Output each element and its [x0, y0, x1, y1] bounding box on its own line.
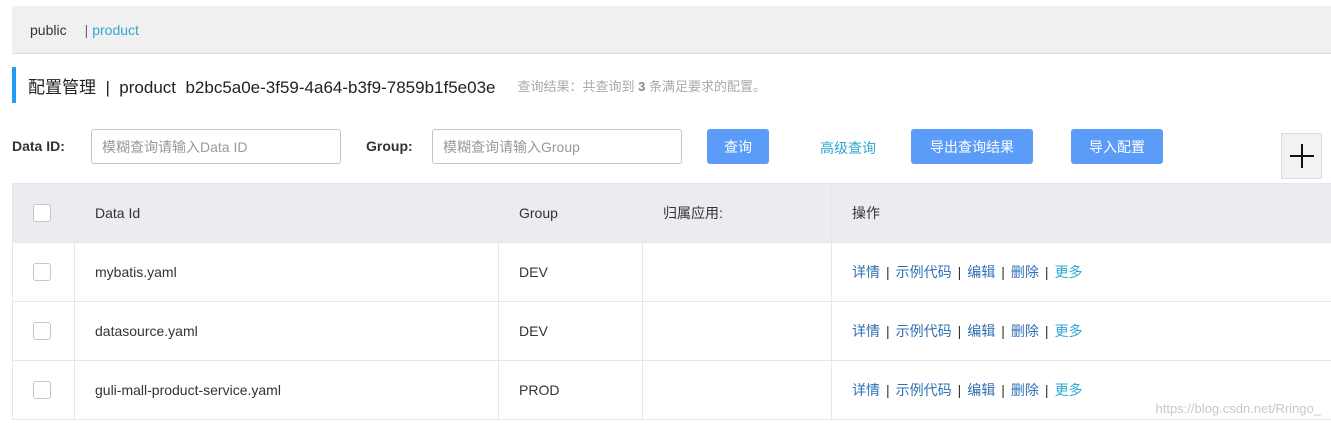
action-separator: |	[1001, 382, 1005, 398]
cell-data-id: guli-mall-product-service.yaml	[74, 360, 499, 420]
edit-link[interactable]: 编辑	[967, 323, 995, 339]
namespace-bar: public | product	[12, 6, 1331, 54]
cell-app	[642, 360, 832, 420]
action-separator: |	[957, 323, 962, 339]
header-data-id: Data Id	[74, 183, 499, 243]
action-separator: |	[1001, 323, 1005, 339]
export-button[interactable]: 导出查询结果	[911, 129, 1033, 164]
action-separator: |	[886, 382, 890, 398]
edit-link[interactable]: 编辑	[967, 264, 995, 280]
search-bar: Data ID: Group: 查询 高级查询 导出查询结果 导入配置	[12, 129, 1331, 164]
more-link[interactable]: 更多	[1055, 382, 1083, 398]
action-separator: |	[1044, 264, 1049, 280]
sample-code-link[interactable]: 示例代码	[896, 323, 952, 339]
group-label: Group:	[366, 138, 413, 154]
table-row: guli-mall-product-service.yaml PROD 详情 | 示…	[12, 360, 1331, 420]
query-result-summary: 查询结果：共查询到 3 条满足要求的配置。	[518, 76, 767, 95]
detail-link[interactable]: 详情	[852, 323, 880, 339]
more-link[interactable]: 更多	[1055, 264, 1083, 280]
action-separator: |	[1001, 264, 1005, 280]
plus-icon	[1289, 144, 1314, 168]
namespace-product[interactable]: product	[92, 22, 139, 38]
row-select-cell	[12, 242, 75, 302]
cell-data-id: datasource.yaml	[74, 301, 499, 361]
row-select-cell	[12, 301, 75, 361]
header-app: 归属应用:	[642, 183, 832, 243]
import-button[interactable]: 导入配置	[1071, 129, 1163, 164]
cell-actions: 详情 | 示例代码 | 编辑 | 删除 | 更多	[831, 242, 1331, 302]
row-select-cell	[12, 360, 75, 420]
result-suffix: 条满足要求的配置。	[649, 78, 767, 94]
header-group: Group	[498, 183, 643, 243]
more-link[interactable]: 更多	[1055, 323, 1083, 339]
cell-app	[642, 242, 832, 302]
result-prefix: 查询结果：共查询到	[517, 78, 635, 94]
select-all-checkbox[interactable]	[33, 204, 51, 223]
action-separator: |	[957, 382, 962, 398]
delete-link[interactable]: 删除	[1011, 323, 1039, 339]
cell-data-id: mybatis.yaml	[74, 242, 499, 302]
table-header-row: Data Id Group 归属应用: 操作	[12, 183, 1331, 243]
detail-link[interactable]: 详情	[852, 382, 880, 398]
action-separator: |	[886, 323, 890, 339]
cell-group: DEV	[498, 301, 643, 361]
cell-app	[642, 301, 832, 361]
row-checkbox[interactable]	[33, 322, 51, 341]
table-row: datasource.yaml DEV 详情 | 示例代码 | 编辑 | 删除 | 更多	[12, 301, 1331, 361]
action-separator: |	[957, 264, 962, 280]
data-id-input[interactable]	[91, 129, 341, 164]
action-separator: |	[1044, 323, 1049, 339]
sample-code-link[interactable]: 示例代码	[896, 264, 952, 280]
header-actions: 操作	[831, 183, 1331, 243]
sample-code-link[interactable]: 示例代码	[896, 382, 952, 398]
delete-link[interactable]: 删除	[1011, 264, 1039, 280]
cell-group: DEV	[498, 242, 643, 302]
query-button[interactable]: 查询	[707, 129, 769, 164]
row-checkbox[interactable]	[33, 263, 51, 282]
config-table: Data Id Group 归属应用: 操作 mybatis.yaml DEV …	[12, 183, 1331, 420]
namespace-public[interactable]: public	[30, 22, 67, 38]
cell-group: PROD	[498, 360, 643, 420]
result-count: 3	[638, 78, 646, 94]
action-separator: |	[886, 264, 890, 280]
watermark: https://blog.csdn.net/Rringo_	[1155, 401, 1322, 416]
group-input[interactable]	[432, 129, 682, 164]
page-title: 配置管理 | product b2bc5a0e-3f59-4a64-b3f9-7…	[28, 77, 496, 97]
table-row: mybatis.yaml DEV 详情 | 示例代码 | 编辑 | 删除 | 更多	[12, 242, 1331, 302]
edit-link[interactable]: 编辑	[967, 382, 995, 398]
cell-actions: 详情 | 示例代码 | 编辑 | 删除 | 更多	[831, 301, 1331, 361]
page-header: 配置管理 | product b2bc5a0e-3f59-4a64-b3f9-7…	[12, 67, 766, 103]
title-accent-bar	[12, 67, 16, 103]
detail-link[interactable]: 详情	[852, 264, 880, 280]
action-separator: |	[1044, 382, 1049, 398]
data-id-label: Data ID:	[12, 138, 65, 154]
row-checkbox[interactable]	[33, 381, 51, 400]
select-all-cell	[12, 183, 75, 243]
advanced-query-link[interactable]: 高级查询	[820, 138, 876, 158]
namespace-separator: |	[84, 21, 89, 38]
delete-link[interactable]: 删除	[1011, 382, 1039, 398]
add-config-button[interactable]	[1281, 133, 1322, 179]
